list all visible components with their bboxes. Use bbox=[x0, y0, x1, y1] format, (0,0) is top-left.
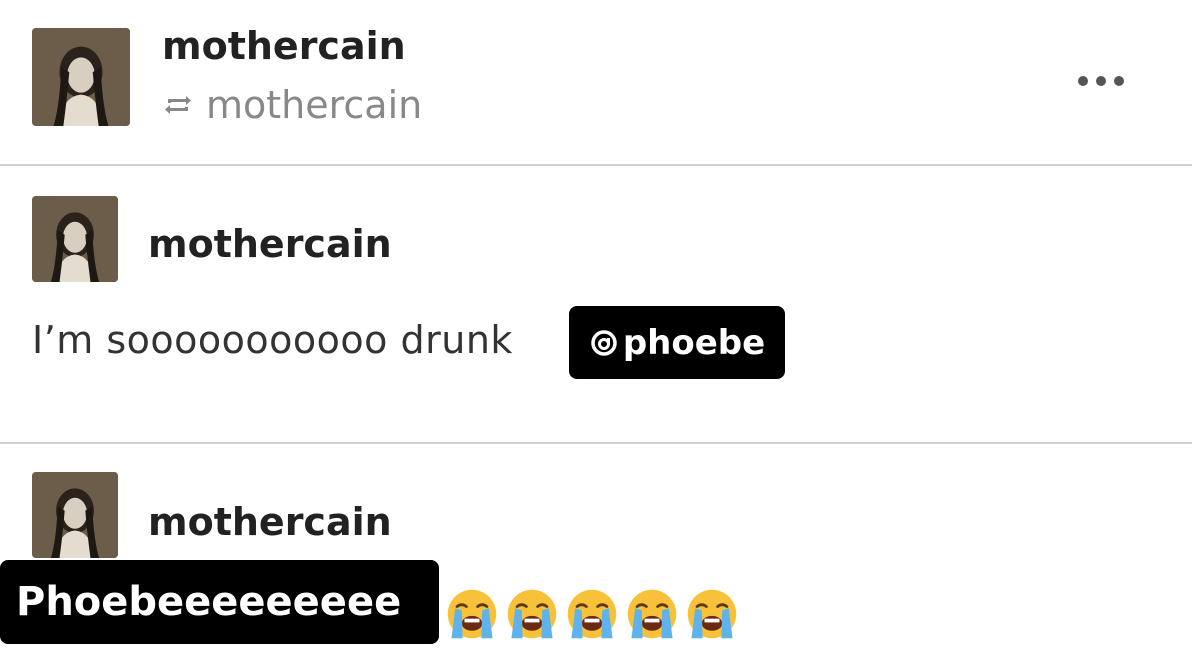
more-options-icon[interactable] bbox=[1066, 66, 1136, 96]
loudly-crying-face-icon bbox=[447, 589, 497, 639]
threads-icon bbox=[591, 329, 617, 356]
reblog-icon bbox=[165, 96, 191, 114]
avatar-photo bbox=[32, 196, 118, 282]
threads-handle-tag: phoebe bbox=[569, 306, 785, 379]
avatar[interactable] bbox=[32, 472, 118, 558]
loudly-crying-face-icon bbox=[627, 589, 677, 639]
divider bbox=[0, 442, 1192, 444]
loudly-crying-face-icon bbox=[507, 589, 557, 639]
name-caption-tag: Phoebeeeeeeeee bbox=[0, 560, 439, 644]
comment-author[interactable]: mothercain bbox=[148, 500, 392, 544]
avatar[interactable] bbox=[32, 196, 118, 282]
comment-author[interactable]: mothercain bbox=[148, 222, 392, 266]
avatar-photo bbox=[32, 472, 118, 558]
loudly-crying-face-icon bbox=[567, 589, 617, 639]
divider bbox=[0, 164, 1192, 166]
loudly-crying-face-icon bbox=[687, 589, 737, 639]
comment-text: I’m sooooooooooo drunk bbox=[32, 318, 513, 362]
reblog-source[interactable]: mothercain bbox=[162, 82, 422, 128]
post-author[interactable]: mothercain bbox=[162, 24, 406, 68]
emoji-row bbox=[444, 584, 740, 644]
avatar-photo bbox=[32, 28, 130, 126]
threads-handle: phoebe bbox=[622, 322, 766, 363]
avatar[interactable] bbox=[32, 28, 130, 126]
reblog-source-name: mothercain bbox=[206, 83, 423, 127]
